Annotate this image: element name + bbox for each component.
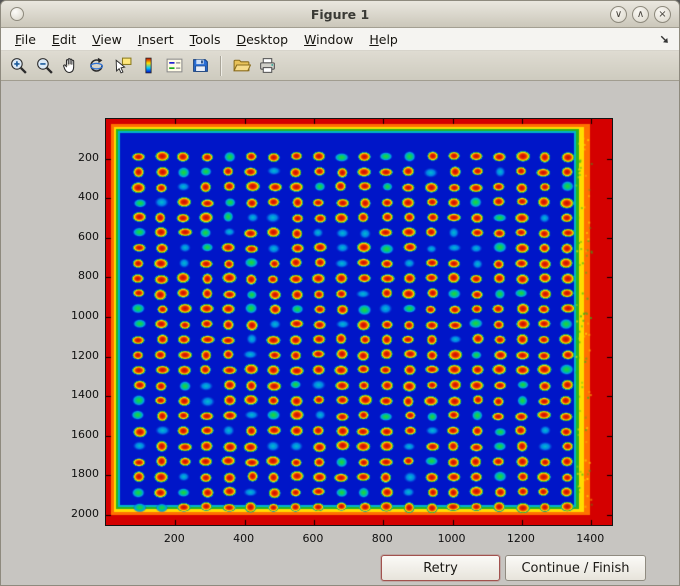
save-icon bbox=[192, 59, 208, 72]
rotate-3d-icon bbox=[89, 57, 103, 72]
continue-finish-button[interactable]: Continue / Finish bbox=[505, 555, 646, 581]
x-tick-label: 1000 bbox=[437, 532, 466, 545]
y-tick-label: 1000 bbox=[71, 309, 99, 323]
printer-icon bbox=[259, 58, 275, 73]
close-button[interactable]: × bbox=[654, 5, 671, 23]
figure-toolbar bbox=[1, 51, 679, 81]
zoom-out-icon bbox=[36, 58, 53, 74]
x-tick-label: 800 bbox=[371, 532, 393, 545]
menu-help[interactable]: Help bbox=[361, 30, 406, 49]
zoom-in-button[interactable] bbox=[6, 54, 30, 78]
y-tick-label: 200 bbox=[78, 150, 99, 164]
save-figure-button[interactable] bbox=[188, 54, 212, 78]
menu-tools[interactable]: Tools bbox=[182, 30, 229, 49]
maximize-button[interactable]: ∧ bbox=[632, 5, 649, 23]
y-tick-label: 2000 bbox=[71, 507, 99, 521]
y-tick-label: 600 bbox=[78, 229, 99, 243]
open-file-button[interactable] bbox=[229, 54, 253, 78]
x-tick-label: 1200 bbox=[506, 532, 535, 545]
rotate-3d-button[interactable] bbox=[84, 54, 108, 78]
y-tick-label: 400 bbox=[78, 190, 99, 204]
x-tick-label: 1400 bbox=[576, 532, 605, 545]
menubar: File Edit View Insert Tools Desktop Wind… bbox=[1, 28, 679, 51]
insert-colorbar-button[interactable] bbox=[136, 54, 160, 78]
figure-window: Figure 1 ∨ ∧ × File Edit View Insert Too… bbox=[0, 0, 680, 586]
window-menu-icon[interactable] bbox=[10, 7, 24, 21]
y-tick-label: 800 bbox=[78, 269, 99, 283]
pan-button[interactable] bbox=[58, 54, 82, 78]
y-tick-label: 1200 bbox=[71, 348, 99, 362]
menu-view[interactable]: View bbox=[84, 30, 130, 49]
hand-icon bbox=[62, 58, 74, 73]
titlebar[interactable]: Figure 1 ∨ ∧ × bbox=[1, 1, 679, 28]
figure-canvas: Retry Continue / Finish 200 400 600 800 1000… bbox=[1, 81, 679, 585]
toolbar-separator bbox=[220, 55, 221, 76]
x-tick-label: 200 bbox=[163, 532, 185, 545]
y-tick-label: 1400 bbox=[71, 388, 99, 402]
zoom-in-icon bbox=[10, 58, 27, 74]
zoom-out-button[interactable] bbox=[32, 54, 56, 78]
menu-insert[interactable]: Insert bbox=[130, 30, 182, 49]
y-tick-label: 1800 bbox=[71, 467, 99, 481]
minimize-button[interactable]: ∨ bbox=[610, 5, 627, 23]
y-tick-label: 1600 bbox=[71, 427, 99, 441]
dock-arrow-icon bbox=[660, 35, 668, 43]
menu-window[interactable]: Window bbox=[296, 30, 361, 49]
print-figure-button[interactable] bbox=[255, 54, 279, 78]
axes bbox=[105, 118, 613, 526]
plot-image[interactable] bbox=[106, 119, 612, 525]
menu-edit[interactable]: Edit bbox=[44, 30, 84, 49]
x-tick-label: 400 bbox=[233, 532, 255, 545]
x-tick-label: 600 bbox=[302, 532, 324, 545]
insert-legend-button[interactable] bbox=[162, 54, 186, 78]
folder-icon bbox=[232, 59, 251, 72]
data-cursor-icon bbox=[115, 57, 131, 74]
window-controls: ∨ ∧ × bbox=[610, 5, 679, 23]
colorbar-icon bbox=[144, 57, 152, 74]
dock-figure-icon[interactable] bbox=[655, 30, 673, 48]
data-cursor-button[interactable] bbox=[110, 54, 134, 78]
menu-desktop[interactable]: Desktop bbox=[228, 30, 296, 49]
menu-file[interactable]: File bbox=[7, 30, 44, 49]
retry-button[interactable]: Retry bbox=[381, 555, 500, 581]
legend-icon bbox=[166, 58, 182, 73]
window-title: Figure 1 bbox=[310, 6, 370, 22]
